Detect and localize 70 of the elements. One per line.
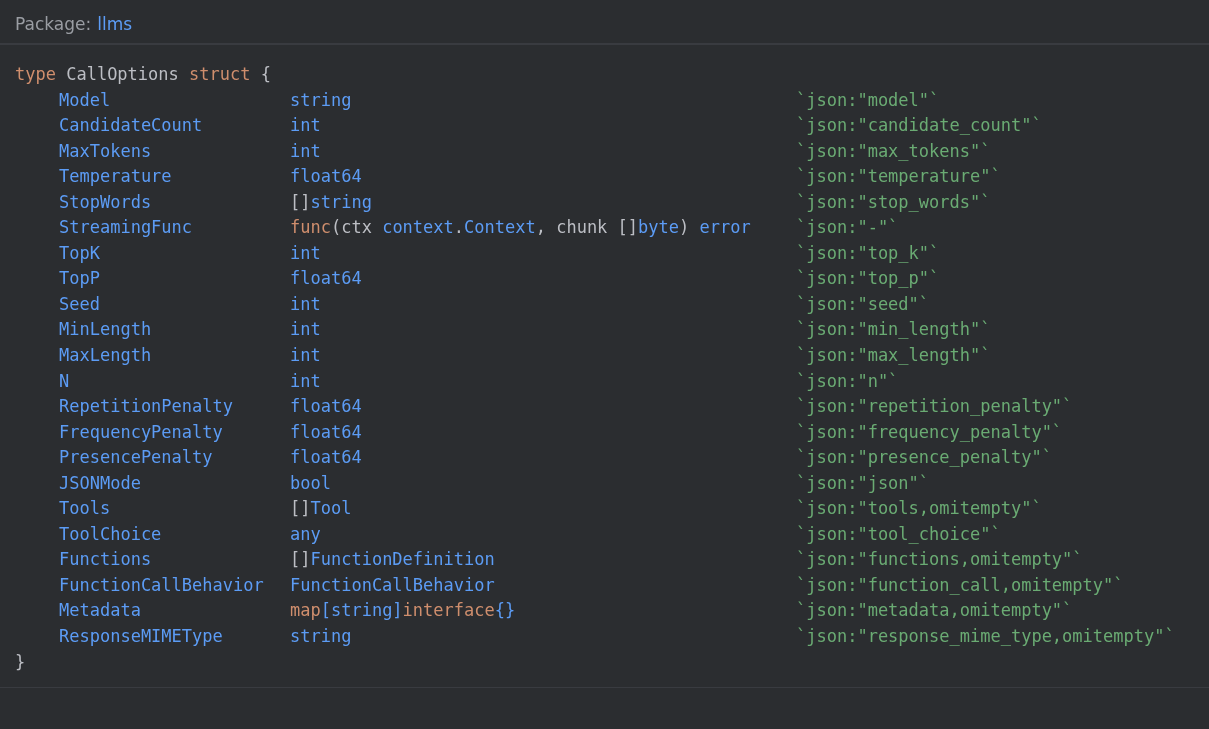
field-type: int [290,370,321,391]
field-type: int [290,140,321,161]
field-name: MaxLength [59,345,152,365]
field-type: []Tool [290,498,352,519]
field-type: []FunctionDefinition [290,549,495,570]
field-name: PresencePenalty [59,447,213,468]
field-name: FrequencyPenalty [59,421,223,442]
package-label: Package: [15,14,92,36]
field-type: int [290,293,321,314]
struct-declaration: type CallOptions struct { [15,63,271,86]
field-name: CandidateCount [59,115,203,136]
field-name: Metadata [59,600,141,621]
struct-tag: `json:"top_p"` [796,268,940,289]
field-type: float64 [290,396,362,417]
field-type: string [290,626,352,647]
field-type: int [290,345,321,365]
field-name: StreamingFunc [59,217,193,238]
field-type: any [290,523,321,544]
struct-tag: `json:"metadata,omitempty"` [796,600,1073,621]
struct-tag: `json:"functions,omitempty"` [796,549,1083,570]
field-type: float64 [290,421,362,442]
field-type: func(ctx context.Context, chunk []byte) error [290,217,751,238]
field-name: MaxTokens [59,140,152,161]
package-link[interactable]: llms [97,14,133,43]
struct-tag: `json:"json"` [796,472,930,493]
field-name: JSONMode [59,472,141,493]
field-name: RepetitionPenalty [59,396,233,417]
struct-tag: `json:"tool_choice"` [796,523,1001,544]
struct-tag: `json:"candidate_count"` [796,115,1042,136]
struct-tag: `json:"n"` [796,370,899,391]
struct-tag: `json:"repetition_penalty"` [796,396,1073,417]
struct-tag: `json:"temperature"` [796,166,1001,187]
struct-tag: `json:"stop_words"` [796,191,991,212]
field-type: []string [290,191,372,212]
field-name: StopWords [59,191,152,212]
closing-brace: } [15,650,26,674]
field-name: ToolChoice [59,523,162,544]
struct-tag: `json:"frequency_penalty"` [796,421,1063,442]
struct-tag: `json:"tools,omitempty"` [796,498,1042,519]
field-name: Functions [59,549,152,570]
field-type: string [290,89,352,110]
struct-tag: `json:"model"` [796,89,940,110]
struct-tag: `json:"seed"` [796,293,930,314]
field-type: int [290,115,321,136]
field-name: ResponseMIMEType [59,626,223,647]
field-type: float64 [290,268,362,289]
field-type: int [290,319,321,340]
struct-tag: `json:"function_call,omitempty"` [796,574,1124,595]
struct-tag: `json:"response_mime_type,omitempty"` [796,626,1175,647]
field-type: float64 [290,166,362,187]
field-type: map[string]interface{} [290,600,516,621]
field-type: float64 [290,447,362,468]
field-name: FunctionCallBehavior [59,574,264,595]
field-name: Temperature [59,166,172,187]
struct-tag: `json:"top_k"` [796,242,940,263]
field-name: N [59,370,70,391]
struct-tag: `json:"min_length"` [796,319,991,340]
struct-tag: `json:"-"` [796,217,899,238]
field-name: MinLength [59,319,152,340]
field-name: TopP [59,268,100,289]
struct-tag: `json:"max_tokens"` [796,140,991,161]
field-type: bool [290,472,331,493]
struct-tag: `json:"max_length"` [796,345,991,365]
field-name: TopK [59,242,100,263]
field-name: Seed [59,293,100,314]
struct-tag: `json:"presence_penalty"` [796,447,1052,468]
field-type: int [290,242,321,263]
field-type: FunctionCallBehavior [290,574,495,595]
field-name: Tools [59,498,111,519]
field-name: Model [59,89,111,110]
